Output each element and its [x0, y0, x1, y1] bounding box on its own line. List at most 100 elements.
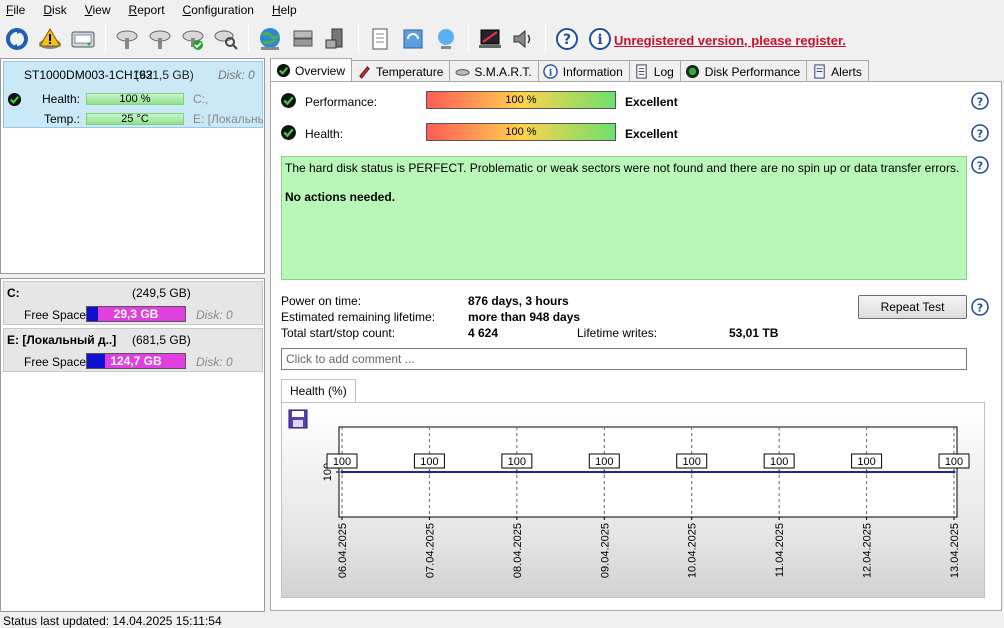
status-message-box: The hard disk status is PERFECT. Problem…	[281, 156, 967, 280]
volume-card-e[interactable]: E: [Локальный д..] (681,5 GB) Free Space…	[3, 328, 263, 372]
x-tick-label: 09.04.2025	[599, 523, 611, 578]
disk-drive-c: C:,	[193, 92, 209, 106]
disk-health-bar: 100 %	[86, 93, 184, 105]
menu-report[interactable]: Report	[123, 0, 171, 20]
help-icon[interactable]: ?	[971, 124, 989, 142]
lifetime-writes-value: 53,01 TB	[729, 326, 779, 340]
menu-file[interactable]: File	[0, 0, 31, 20]
svg-text:?: ?	[977, 160, 983, 173]
about-button[interactable]: i	[585, 24, 615, 54]
settings-button[interactable]	[475, 24, 505, 54]
volume-disk: Disk: 0	[196, 355, 233, 369]
monitor-button[interactable]	[431, 24, 461, 54]
remaining-life-value: more than 948 days	[468, 310, 581, 324]
tab-disk-performance[interactable]: Disk Performance	[679, 60, 808, 82]
disk-search-icon	[214, 30, 238, 50]
tab-log[interactable]: Log	[628, 60, 681, 82]
disk-scan-icon	[149, 30, 171, 49]
disk-size: (931,5 GB)	[135, 68, 194, 82]
menu-help[interactable]: Help	[266, 0, 303, 20]
x-tick-label: 12.04.2025	[862, 523, 874, 578]
menu-file-rest: ile	[13, 3, 26, 17]
volume-list-panel: C: (249,5 GB) Free Space 29,3 GB Disk: 0…	[0, 278, 265, 612]
volume-size: (681,5 GB)	[132, 333, 191, 347]
help-button[interactable]: ?	[552, 24, 582, 54]
data-point	[602, 470, 606, 474]
warning-disk-button[interactable]	[35, 24, 65, 54]
network-button[interactable]	[255, 24, 285, 54]
x-tick-label: 08.04.2025	[512, 523, 524, 578]
menu-view[interactable]: View	[79, 0, 117, 20]
free-space-value: 124,7 GB	[110, 354, 162, 368]
disk-check-button[interactable]	[178, 24, 208, 54]
x-tick-label: 13.04.2025	[949, 523, 961, 578]
refresh-button[interactable]	[2, 24, 32, 54]
log-document-icon	[636, 64, 647, 79]
toolbar-separator	[358, 25, 359, 53]
health-bar: 100 %	[426, 123, 616, 141]
toolbar-separator	[468, 25, 469, 53]
sound-button[interactable]	[508, 24, 538, 54]
comment-input[interactable]: Click to add comment ...	[281, 348, 967, 370]
disk-drive-e: E: [Локальный	[193, 112, 263, 126]
unregistered-link[interactable]: Unregistered version, please register.	[614, 33, 846, 48]
svg-text:?: ?	[563, 32, 571, 48]
start-stop-value: 4 624	[468, 326, 499, 340]
tab-smart[interactable]: S.M.A.R.T.	[449, 60, 539, 82]
x-tick-label: 07.04.2025	[424, 523, 436, 578]
data-label: 100	[595, 456, 613, 468]
gauge-icon	[686, 64, 700, 79]
status-bar: Status last updated: 14.04.2025 15:11:54	[0, 612, 1004, 628]
globe-icon	[260, 28, 280, 50]
hard-disk-icon	[71, 31, 95, 48]
performance-bar: 100 %	[426, 91, 616, 109]
help-icon[interactable]: ?	[971, 156, 989, 174]
help-icon[interactable]: ?	[971, 298, 989, 316]
help-icon[interactable]: ?	[971, 92, 989, 110]
sync-button[interactable]	[398, 24, 428, 54]
tab-temperature[interactable]: Temperature	[351, 60, 451, 82]
volume-card-c[interactable]: C: (249,5 GB) Free Space 29,3 GB Disk: 0	[3, 281, 263, 325]
refresh-icon	[6, 28, 28, 50]
repeat-test-button[interactable]: Repeat Test	[858, 295, 967, 319]
volume-name: C:	[7, 286, 20, 300]
power-on-label: Power on time:	[281, 294, 362, 308]
menu-configuration[interactable]: Configuration	[177, 0, 260, 20]
disk-number: Disk: 0	[218, 68, 255, 82]
disk-list-panel: ST1000DM003-1CH162 (931,5 GB) Disk: 0 He…	[0, 58, 265, 274]
menu-help-rest: elp	[280, 3, 297, 17]
free-space-label: Free Space	[24, 308, 87, 322]
menu-bar: File Disk View Report Configuration Help	[0, 0, 1004, 20]
disk-search-button[interactable]	[211, 24, 241, 54]
sync-icon	[403, 29, 423, 49]
chart-tab-health[interactable]: Health (%)	[281, 379, 356, 403]
tab-information-label: Information	[562, 64, 623, 79]
health-label: Health:	[305, 127, 344, 141]
report-button[interactable]	[365, 24, 395, 54]
save-icon[interactable]	[288, 409, 308, 429]
volume-name: E: [Локальный д..]	[7, 333, 117, 347]
tab-information[interactable]: i Information	[537, 60, 630, 82]
menu-disk[interactable]: Disk	[37, 0, 72, 20]
disk-tool-2-button[interactable]	[145, 24, 175, 54]
menu-view-rest: iew	[92, 3, 111, 17]
free-space-bar: 29,3 GB	[86, 306, 186, 322]
disk-tool-1-button[interactable]	[112, 24, 142, 54]
ok-check-icon	[276, 63, 290, 78]
tab-overview[interactable]: Overview	[270, 58, 353, 82]
computer-button[interactable]	[321, 24, 351, 54]
disk-card[interactable]: ST1000DM003-1CH162 (931,5 GB) Disk: 0 He…	[3, 61, 263, 128]
data-label: 100	[683, 456, 701, 468]
disk-info-button[interactable]	[68, 24, 98, 54]
alert-document-icon	[814, 64, 825, 79]
svg-text:i: i	[549, 67, 553, 78]
svg-text:?: ?	[977, 128, 983, 141]
server-button[interactable]	[288, 24, 318, 54]
x-tick-label: 06.04.2025	[337, 523, 349, 578]
server-icon	[293, 30, 313, 47]
data-label: 100	[770, 456, 788, 468]
svg-text:i: i	[597, 32, 602, 48]
lifetime-writes-label: Lifetime writes:	[577, 326, 658, 340]
tab-alerts[interactable]: Alerts	[806, 60, 869, 82]
data-point	[952, 470, 956, 474]
